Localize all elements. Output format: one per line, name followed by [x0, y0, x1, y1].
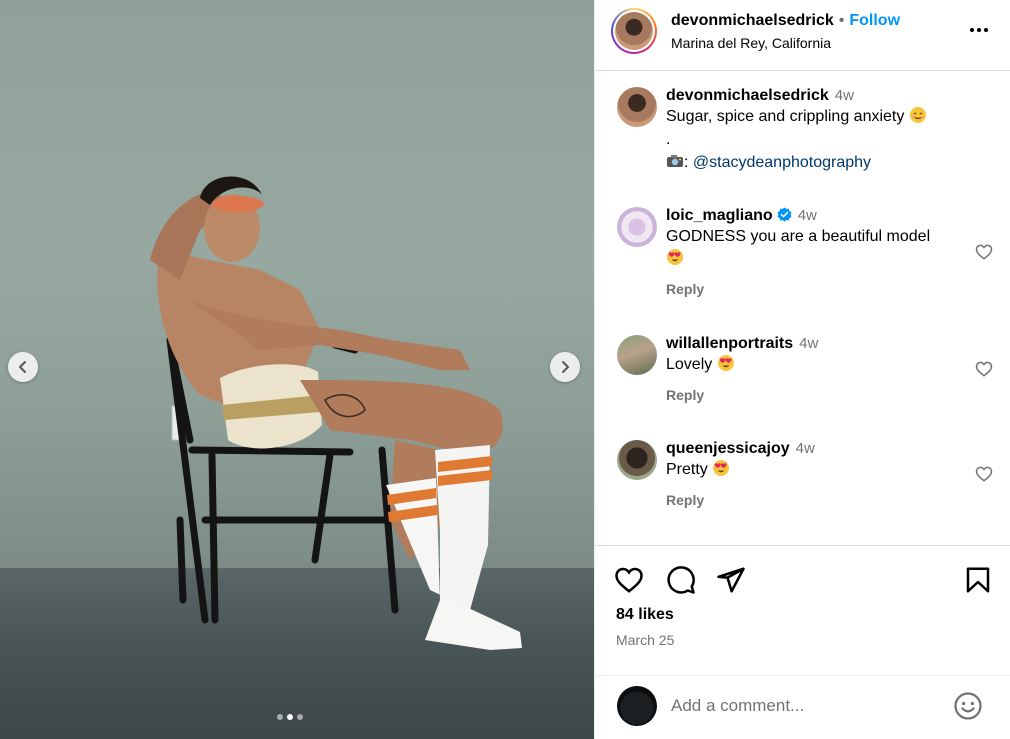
- carousel-indicator: [277, 714, 303, 720]
- follow-button[interactable]: Follow: [849, 12, 900, 30]
- caption-line: :: [684, 154, 693, 171]
- bookmark-icon[interactable]: [963, 565, 993, 595]
- reply-button[interactable]: Reply: [666, 492, 963, 508]
- caption-credit: : @stacydeanphotography: [666, 152, 963, 174]
- reply-button[interactable]: Reply: [666, 387, 963, 403]
- avatar[interactable]: [617, 440, 657, 480]
- verified-badge-icon: [777, 207, 792, 222]
- smiley-icon[interactable]: [953, 691, 983, 721]
- heart-eyes-emoji-icon: [713, 460, 730, 476]
- likes-count[interactable]: 84 likes: [616, 606, 674, 624]
- smiling-emoji-icon: [909, 107, 926, 123]
- photo-scene: [150, 176, 522, 650]
- comment-text-content: Lovely: [666, 356, 713, 373]
- carousel-prev-button[interactable]: [8, 352, 38, 382]
- carousel-next-button[interactable]: [550, 352, 580, 382]
- carousel-dot: [297, 714, 303, 720]
- caption-time: 4w: [834, 87, 854, 104]
- add-comment-bar: [595, 675, 1010, 739]
- heart-eyes-emoji-icon: [667, 249, 683, 265]
- comment-text-content: Pretty: [666, 461, 708, 478]
- comment-text: Lovely: [666, 354, 963, 376]
- author-username[interactable]: devonmichaelsedrick: [671, 12, 834, 30]
- chevron-left-icon: [19, 361, 26, 373]
- comment-time: 4w: [797, 207, 817, 224]
- post-date: March 25: [616, 632, 675, 648]
- avatar[interactable]: [617, 335, 657, 375]
- caption-text: Sugar, spice and crippling anxiety: [666, 106, 963, 128]
- story-ring[interactable]: [611, 8, 657, 54]
- comment-like-icon[interactable]: [975, 243, 993, 261]
- avatar[interactable]: [617, 87, 657, 127]
- photographer-mention[interactable]: @stacydeanphotography: [693, 154, 871, 171]
- avatar[interactable]: [617, 207, 657, 247]
- comment-time: 4w: [795, 440, 815, 457]
- comment-like-icon[interactable]: [975, 465, 993, 483]
- add-comment-input[interactable]: [671, 694, 941, 718]
- comment-username[interactable]: loic_magliano: [666, 207, 773, 224]
- heart-eyes-emoji-icon: [717, 355, 734, 371]
- comment-text: GODNESS you are a beautiful model: [666, 226, 963, 270]
- comment-icon[interactable]: [666, 565, 696, 595]
- comment-username[interactable]: queenjessicajoy: [666, 440, 790, 457]
- post-panel: devonmichaelsedrick • Follow Marina del …: [594, 0, 1010, 739]
- comments-list: devonmichaelsedrick 4w Sugar, spice and c…: [595, 71, 1010, 544]
- heart-icon[interactable]: [614, 565, 644, 595]
- caption-line: .: [666, 131, 671, 148]
- share-icon[interactable]: [716, 565, 746, 595]
- comment-text: Pretty: [666, 459, 963, 481]
- separator: •: [838, 12, 845, 29]
- post-photo[interactable]: [0, 0, 594, 739]
- post-header: devonmichaelsedrick • Follow Marina del …: [595, 0, 1010, 71]
- camera-emoji-icon: [667, 155, 683, 167]
- post-actions: 84 likes March 25: [595, 545, 1010, 675]
- chevron-right-icon: [562, 361, 569, 373]
- current-user-avatar: [617, 686, 657, 726]
- caption-username[interactable]: devonmichaelsedrick: [666, 87, 829, 104]
- carousel-dot-active: [287, 714, 293, 720]
- comment-text-content: GODNESS you are a beautiful model: [666, 228, 931, 245]
- comment-like-icon[interactable]: [975, 360, 993, 378]
- avatar: [615, 12, 653, 50]
- location-link[interactable]: Marina del Rey, California: [671, 35, 831, 51]
- reply-button[interactable]: Reply: [666, 281, 963, 297]
- caption-line: Sugar, spice and crippling anxiety: [666, 108, 905, 125]
- comment-time: 4w: [799, 335, 819, 352]
- comment-username[interactable]: willallenportraits: [666, 335, 793, 352]
- carousel-dot: [277, 714, 283, 720]
- more-icon[interactable]: [970, 28, 988, 32]
